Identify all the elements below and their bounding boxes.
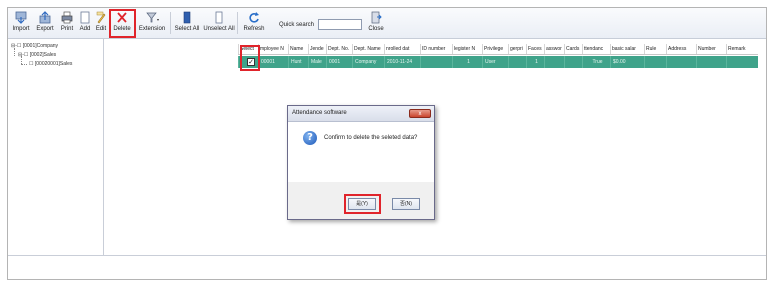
table-cell: Male (308, 56, 326, 68)
table-cell: 1 (452, 56, 482, 68)
question-icon: ? (303, 131, 317, 145)
column-header[interactable]: ID number (420, 44, 452, 54)
funnel-icon (146, 12, 159, 23)
yes-button-highlight (344, 194, 381, 214)
add-document-icon (80, 11, 90, 24)
table-cell: True (582, 56, 610, 68)
dialog-close-button[interactable]: x (409, 109, 431, 118)
extension-button[interactable]: Extension (137, 10, 167, 36)
table-cell: Company (352, 56, 384, 68)
table-cell: $0.00 (610, 56, 644, 68)
table-row[interactable]: ✓ 00001 Hunt Male 0001 Company 2010-11-2… (238, 56, 758, 68)
column-header[interactable]: Remark (726, 44, 758, 54)
add-label: Add (79, 26, 91, 32)
unselect-all-icon (215, 11, 223, 24)
column-header[interactable]: Faces (526, 44, 544, 54)
tree-item-company[interactable]: ⊟-☐ [0001]Company (11, 43, 58, 49)
table-cell (666, 56, 696, 68)
quick-search-label: Quick search (279, 22, 315, 28)
printer-icon (61, 11, 73, 24)
tree-connector (14, 48, 15, 56)
table-cell: 0001 (326, 56, 352, 68)
tree-folder-icon: ☐ (29, 61, 34, 67)
column-header[interactable]: Name (288, 44, 308, 54)
select-column-highlight (240, 45, 260, 71)
tree-folder-icon: ☐ (16, 43, 22, 49)
refresh-button[interactable]: Refresh (242, 10, 266, 36)
column-header[interactable]: legister N (452, 44, 482, 54)
column-header[interactable]: asswor (544, 44, 564, 54)
refresh-icon (249, 12, 259, 23)
toolbar-separator (237, 12, 238, 34)
tree-item-sales-sub[interactable]: ☐ [00020001]Sales (29, 61, 72, 67)
no-button[interactable]: 否(N) (392, 198, 420, 210)
dialog-title: Attendance software (292, 110, 347, 116)
tree-item-label: [0002]Sales (29, 52, 57, 58)
table-cell: Hunt (288, 56, 308, 68)
unselect-all-button[interactable]: Unselect All (203, 10, 235, 36)
column-header[interactable]: Dept. No. (326, 44, 352, 54)
department-tree: ⊟-☐ [0001]Company ⊟-☐ [0002]Sales ☐ [000… (8, 39, 104, 255)
refresh-label: Refresh (243, 26, 265, 32)
print-label: Print (60, 26, 74, 32)
close-button[interactable]: Close (367, 10, 385, 36)
column-header[interactable]: basic salar (610, 44, 644, 54)
tree-item-label: [0001]Company (22, 43, 59, 49)
close-label: Close (368, 26, 384, 32)
table-cell (644, 56, 666, 68)
column-header[interactable]: nrolled dat (384, 44, 420, 54)
print-button[interactable]: Print (58, 10, 76, 36)
dialog-title-bar: Attendance software x (288, 106, 434, 122)
dialog-message: Confirm to delete the seleted data? (324, 135, 418, 141)
delete-highlight (109, 9, 136, 38)
column-header[interactable]: gerpri (508, 44, 526, 54)
grid-header: Select mployee N Name Jende Dept. No. De… (238, 44, 758, 55)
select-all-label: Select All (174, 26, 200, 32)
select-all-icon (183, 11, 191, 24)
main-window: Import Export Print Add Edit Delete Exte… (7, 7, 767, 280)
export-icon (39, 11, 51, 24)
column-header[interactable]: Dept. Name (352, 44, 384, 54)
export-button[interactable]: Export (34, 10, 56, 36)
tree-connector (21, 64, 27, 65)
quick-search-input[interactable] (318, 19, 362, 30)
bottom-divider (8, 255, 766, 256)
table-cell: 00001 (258, 56, 288, 68)
table-cell: 1 (526, 56, 544, 68)
edit-label: Edit (95, 26, 107, 32)
table-cell: 2010-11-24 (384, 56, 420, 68)
tree-item-sales-dept[interactable]: ⊟-☐ [0002]Sales (18, 52, 56, 58)
extension-label: Extension (138, 26, 166, 32)
select-all-button[interactable]: Select All (174, 10, 200, 36)
table-cell (564, 56, 582, 68)
export-label: Export (36, 26, 54, 32)
toolbar: Import Export Print Add Edit Delete Exte… (8, 8, 766, 39)
column-header[interactable]: Number (696, 44, 726, 54)
edit-icon (96, 11, 106, 24)
table-cell (696, 56, 726, 68)
import-icon (15, 11, 27, 24)
add-button[interactable]: Add (78, 10, 92, 36)
column-header[interactable]: mployee N (258, 44, 288, 54)
table-cell: User (482, 56, 508, 68)
tree-item-label: [00020001]Sales (34, 61, 73, 67)
column-header[interactable]: Rule (644, 44, 666, 54)
import-label: Import (12, 26, 30, 32)
column-header[interactable]: Cards (564, 44, 582, 54)
close-door-icon (371, 11, 382, 24)
table-cell (544, 56, 564, 68)
edit-button[interactable]: Edit (94, 10, 108, 36)
import-button[interactable]: Import (11, 10, 31, 36)
column-header[interactable]: Jende (308, 44, 326, 54)
confirm-dialog: Attendance software x ? Confirm to delet… (287, 105, 435, 220)
table-cell (508, 56, 526, 68)
column-header[interactable]: Address (666, 44, 696, 54)
column-header[interactable]: Privilege (482, 44, 508, 54)
unselect-all-label: Unselect All (203, 26, 235, 32)
table-cell (420, 56, 452, 68)
tree-folder-icon: ☐ (23, 52, 29, 58)
column-header[interactable]: ttendanc (582, 44, 610, 54)
table-cell (726, 56, 758, 68)
toolbar-separator (170, 12, 171, 34)
